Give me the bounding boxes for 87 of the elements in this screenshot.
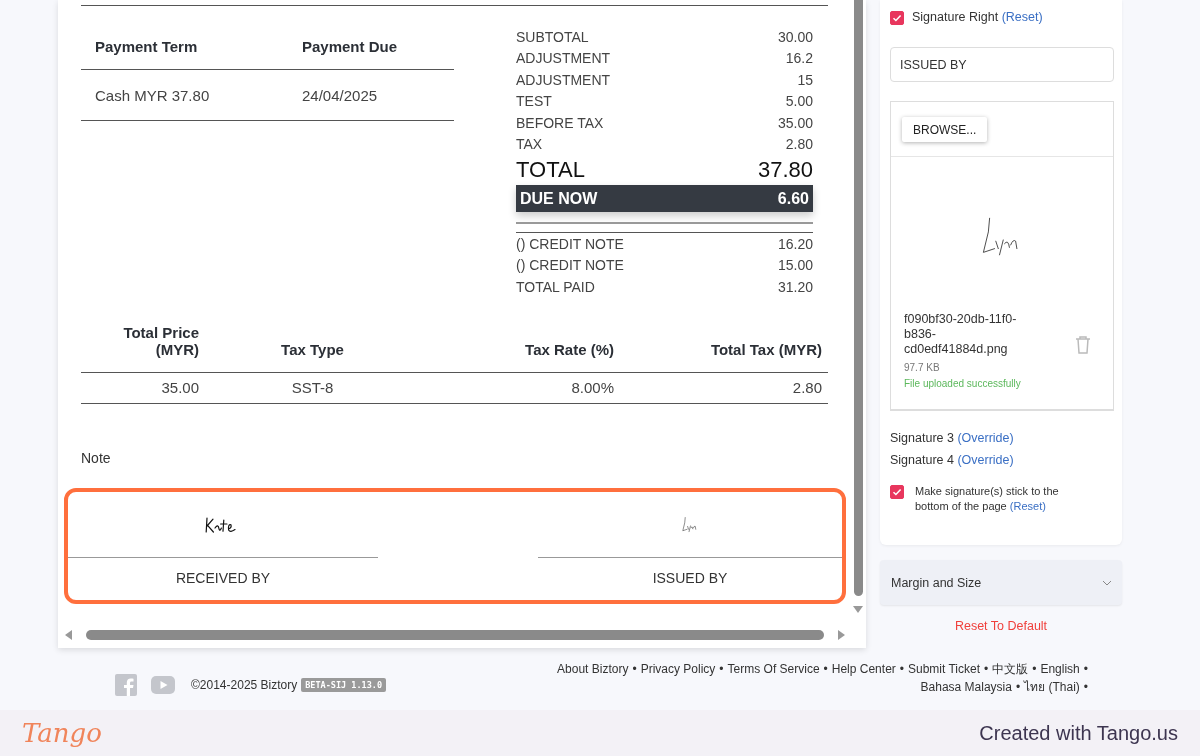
footer-link[interactable]: ไทย (Thai) xyxy=(1024,678,1080,696)
copyright-text: ©2014-2025 Biztory xyxy=(191,678,298,692)
reset-default-link[interactable]: Reset To Default xyxy=(954,619,1048,633)
footer-link[interactable]: 中文版 xyxy=(992,660,1029,678)
column-header: Payment Term xyxy=(95,38,199,55)
checkbox-label: Signature Right (Reset) xyxy=(912,10,1043,24)
scroll-right-icon[interactable] xyxy=(838,630,846,640)
footer-link[interactable]: Submit Ticket xyxy=(908,660,981,678)
separator-dot: • xyxy=(823,661,828,678)
payment-value: 31.20 xyxy=(777,278,813,295)
total-label: BEFORE TAX xyxy=(516,114,604,131)
signature-label: Signature 3 (Override) xyxy=(890,431,1015,445)
check-icon xyxy=(892,13,902,23)
scroll-down-icon[interactable] xyxy=(853,606,863,614)
scrollbar-thumb[interactable] xyxy=(86,630,824,640)
note-label: Note xyxy=(81,449,112,466)
tango-credit: Created with Tango.us xyxy=(979,721,1178,745)
total-label: ADJUSTMENT xyxy=(516,50,611,67)
reset-link[interactable]: (Reset) xyxy=(1009,500,1046,512)
total-label: TAX xyxy=(516,136,543,153)
chevron-icon xyxy=(1102,579,1112,586)
table-cell-text: 8.00% xyxy=(570,379,614,396)
check-icon xyxy=(892,487,902,497)
upload-status: File uploaded successfully xyxy=(904,378,1022,389)
signature-label: RECEIVED BY xyxy=(175,569,271,586)
total-value: 15 xyxy=(797,71,813,88)
facebook-icon[interactable] xyxy=(115,674,137,696)
table-cell-text: 2.80 xyxy=(791,379,822,396)
total-value: 35.00 xyxy=(777,114,813,131)
separator-dot: • xyxy=(719,661,724,678)
override-link[interactable]: (Override) xyxy=(957,453,1014,467)
separator-dot: • xyxy=(632,661,637,678)
checkbox[interactable] xyxy=(890,485,904,499)
separator-dot: • xyxy=(984,661,989,678)
total-label: ADJUSTMENT xyxy=(516,71,611,88)
table-cell-text: 24/04/2025 xyxy=(302,86,379,104)
column-header: Total Tax (MYR) xyxy=(709,340,822,358)
tango-logo: Tango xyxy=(22,718,102,748)
checkbox[interactable] xyxy=(890,11,904,25)
payment-label: TOTAL PAID xyxy=(516,278,595,295)
payment-label: () CREDIT NOTE xyxy=(516,257,624,274)
total-value: 37.80 xyxy=(757,157,813,183)
signature-label: ISSUED BY xyxy=(652,569,728,586)
separator-dot: • xyxy=(1032,661,1037,678)
total-value: 6.60 xyxy=(777,189,809,208)
separator-dot: • xyxy=(1015,679,1021,696)
scroll-left-icon[interactable] xyxy=(64,630,72,640)
scrollbar-thumb[interactable] xyxy=(853,0,863,596)
total-label: TEST xyxy=(516,93,552,110)
footer-link[interactable]: Help Center xyxy=(831,660,896,678)
separator-dot: • xyxy=(899,661,904,678)
override-link[interactable]: (Override) xyxy=(957,431,1014,445)
total-label: SUBTOTAL xyxy=(516,28,589,45)
separator-dot: • xyxy=(1083,679,1088,696)
total-value: 16.2 xyxy=(785,50,813,67)
column-header: Tax Type xyxy=(280,340,345,358)
payment-label: () CREDIT NOTE xyxy=(516,235,624,252)
signature-label: Signature 4 (Override) xyxy=(890,453,1015,467)
trash-icon[interactable] xyxy=(1075,335,1091,354)
reset-link[interactable]: (Reset) xyxy=(1001,10,1043,24)
version-badge: BETA-SIJ 1.13.0 xyxy=(301,678,386,692)
label-field[interactable]: ISSUED BY xyxy=(890,47,1114,82)
column-header: Total Price (MYR) xyxy=(122,323,199,358)
margin-size-accordion[interactable]: Margin and Size xyxy=(880,560,1122,605)
file-size: 97.7 KB xyxy=(904,362,941,373)
total-label: DUE NOW xyxy=(520,189,598,208)
table-cell-text: SST-8 xyxy=(290,379,335,396)
footer-link[interactable]: Privacy Policy xyxy=(640,660,716,678)
column-header: Payment Due xyxy=(302,38,399,55)
footer-link[interactable]: About Biztory xyxy=(557,660,629,678)
browse-button[interactable]: BROWSE... xyxy=(902,117,988,142)
file-name: f090bf30-20db-11f0-b836-cd0edf41884d.png xyxy=(904,312,1018,357)
total-value: 30.00 xyxy=(777,28,813,45)
separator-dot: • xyxy=(1083,661,1088,678)
youtube-icon[interactable] xyxy=(151,676,175,694)
total-value: 2.80 xyxy=(785,136,813,153)
footer-link[interactable]: Bahasa Malaysia xyxy=(920,678,1012,696)
total-label: TOTAL xyxy=(516,157,585,183)
footer-link[interactable]: English xyxy=(1040,660,1080,678)
table-cell-text: 35.00 xyxy=(160,379,199,396)
total-value: 5.00 xyxy=(785,93,813,110)
table-cell-text: Cash MYR 37.80 xyxy=(95,86,211,104)
checkbox-label: Make signature(s) stick to the bottom of the page (Reset) xyxy=(915,484,1060,514)
payment-value: 15.00 xyxy=(777,257,813,274)
footer-link[interactable]: Terms Of Service xyxy=(727,660,820,678)
payment-value: 16.20 xyxy=(777,235,813,252)
column-header: Tax Rate (%) xyxy=(524,340,614,358)
